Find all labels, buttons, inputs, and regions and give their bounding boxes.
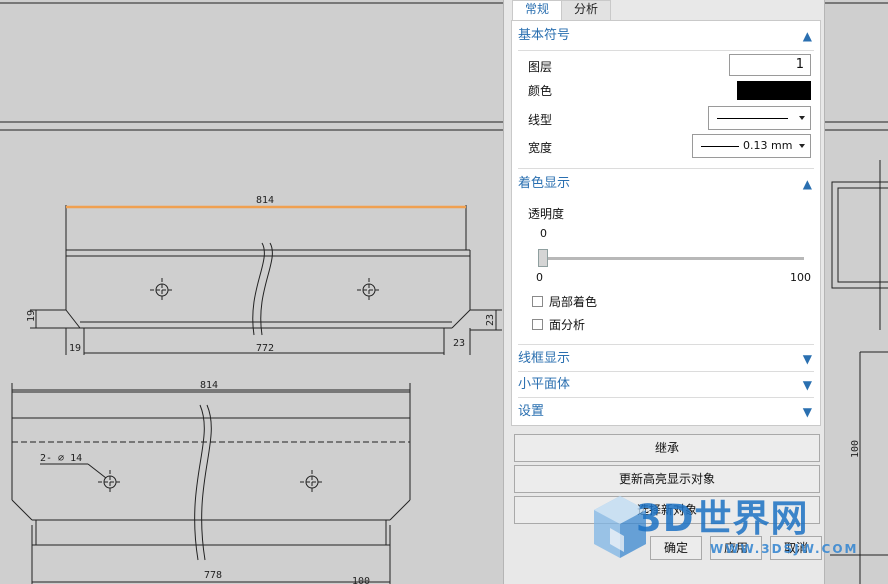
- watermark-url: WWW.3DSJW.COM: [710, 542, 859, 556]
- width-value: 0.13 mm: [743, 139, 793, 152]
- divider: [518, 371, 814, 372]
- width-select[interactable]: 0.13 mm: [692, 134, 811, 158]
- layer-label: 图层: [528, 60, 553, 74]
- tab-general[interactable]: 常规: [512, 0, 563, 21]
- watermark: 3D世界网 WWW.3DSJW.COM: [590, 492, 888, 584]
- linetype-select[interactable]: [708, 106, 811, 130]
- dim-bot-hole: 2- ∅ 14: [40, 453, 82, 464]
- chevron-down-icon[interactable]: ▼: [803, 374, 812, 396]
- dim-top-left-h: 19: [26, 310, 37, 322]
- properties-content: 基本符号 ▲ 图层 1 颜色 线型 宽度 0.13 mm 着色显示 ▲ 透明度 …: [511, 20, 821, 426]
- bottom-part[interactable]: [11, 391, 411, 561]
- section-basic-header[interactable]: 基本符号 ▲: [518, 25, 814, 47]
- tab-analysis[interactable]: 分析: [561, 0, 612, 21]
- transparency-slider-thumb[interactable]: [538, 249, 548, 267]
- transparency-label: 透明度: [528, 207, 565, 221]
- chevron-down-icon: [799, 144, 805, 148]
- divider: [518, 168, 814, 169]
- layer-input[interactable]: 1: [729, 54, 811, 76]
- width-label: 宽度: [528, 141, 553, 155]
- watermark-text: 3D世界网: [636, 497, 809, 540]
- dim-top-right-w: 23: [453, 338, 465, 349]
- transparency-slider-track[interactable]: [538, 257, 804, 260]
- slider-current-value: 0: [540, 227, 547, 240]
- color-label: 颜色: [528, 84, 553, 98]
- face-analysis-checkbox[interactable]: [532, 319, 543, 330]
- section-shading-title: 着色显示: [518, 176, 571, 191]
- section-basic-title: 基本符号: [518, 28, 571, 43]
- partial-shading-label: 局部着色: [549, 295, 598, 309]
- section-small-face-title: 小平面体: [518, 377, 571, 392]
- divider: [518, 397, 814, 398]
- panel-tabs: 常规 分析: [512, 0, 612, 21]
- dim-top-right-h: 23: [485, 314, 496, 326]
- dim-top-left-w: 19: [69, 343, 81, 354]
- inherit-button[interactable]: 继承: [514, 434, 820, 462]
- dim-bot-overall: 814: [200, 380, 218, 391]
- color-swatch[interactable]: [737, 81, 811, 100]
- slider-min: 0: [536, 271, 543, 284]
- linetype-label: 线型: [528, 113, 553, 127]
- chevron-up-icon[interactable]: ▲: [803, 25, 812, 47]
- divider: [518, 344, 814, 345]
- dim-right: 100: [850, 440, 861, 458]
- section-settings-header[interactable]: 设置 ▼: [518, 401, 814, 423]
- dim-bot-length: 778: [204, 570, 222, 581]
- dim-top-overall: 814: [256, 195, 274, 206]
- section-settings-title: 设置: [518, 404, 545, 419]
- dim-top-length: 772: [256, 343, 274, 354]
- chevron-down-icon[interactable]: ▼: [803, 348, 812, 370]
- chevron-up-icon[interactable]: ▲: [803, 173, 812, 195]
- top-part[interactable]: [65, 242, 471, 336]
- slider-max: 100: [790, 271, 811, 284]
- line-weight-preview: [701, 146, 739, 147]
- section-wireframe-header[interactable]: 线框显示 ▼: [518, 348, 814, 370]
- partial-shading-checkbox[interactable]: [532, 296, 543, 307]
- dim-bot-partial: 100: [352, 576, 370, 584]
- face-analysis-label: 面分析: [549, 318, 586, 332]
- divider: [518, 50, 814, 51]
- section-small-face-header[interactable]: 小平面体 ▼: [518, 374, 814, 396]
- solid-line-preview: [717, 118, 788, 119]
- chevron-down-icon[interactable]: ▼: [803, 401, 812, 423]
- section-wireframe-title: 线框显示: [518, 351, 571, 366]
- section-shading-header[interactable]: 着色显示 ▲: [518, 173, 814, 195]
- chevron-down-icon: [799, 116, 805, 120]
